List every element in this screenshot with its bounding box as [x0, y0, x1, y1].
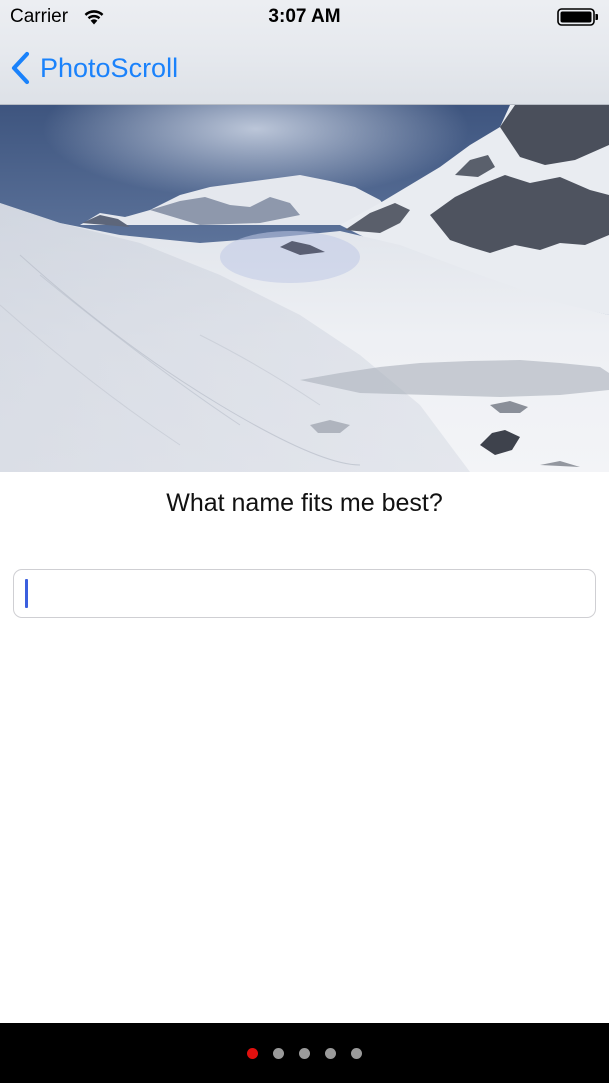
- navigation-bar: PhotoScroll: [0, 36, 609, 104]
- clock-time: 3:07 AM: [268, 6, 341, 27]
- back-button[interactable]: PhotoScroll: [8, 48, 178, 88]
- page-dots: [246, 1047, 362, 1059]
- name-input[interactable]: [14, 570, 595, 617]
- battery-icon: [557, 8, 598, 26]
- back-button-label: PhotoScroll: [40, 53, 179, 83]
- status-bar: Carrier 3:07 AM: [0, 0, 609, 36]
- page-dot-2[interactable]: [272, 1047, 284, 1059]
- screen: Carrier 3:07 AM PhotoScroll What name fi…: [0, 0, 609, 1083]
- page-dot-5[interactable]: [350, 1047, 362, 1059]
- chevron-left-icon: [11, 51, 30, 85]
- page-dot-1[interactable]: [246, 1047, 258, 1059]
- name-prompt: What name fits me best?: [166, 489, 443, 517]
- text-cursor: [25, 579, 28, 608]
- name-field[interactable]: [13, 569, 596, 618]
- mountain-photo: [0, 105, 609, 472]
- page-control: [0, 1023, 609, 1083]
- page-dot-4[interactable]: [324, 1047, 336, 1059]
- page-dot-3[interactable]: [298, 1047, 310, 1059]
- top-chrome: Carrier 3:07 AM PhotoScroll: [0, 0, 609, 105]
